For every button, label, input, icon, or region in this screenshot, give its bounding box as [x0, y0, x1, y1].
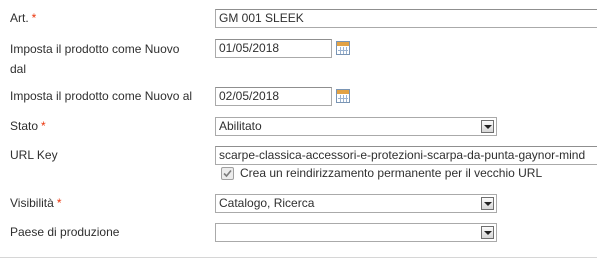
country-select[interactable] [215, 223, 497, 242]
chevron-down-icon [481, 226, 494, 239]
chevron-down-icon [481, 197, 494, 210]
chevron-down-icon [481, 120, 494, 133]
new-from-date-input[interactable]: 01/05/2018 [215, 39, 332, 58]
redirect-label: Crea un reindirizzamento permanente per … [240, 166, 543, 180]
redirect-checkbox[interactable] [221, 167, 234, 180]
visibility-select[interactable]: Catalogo, Ricerca [215, 194, 497, 213]
art-label-text: Art. [10, 11, 29, 25]
url-key-label: URL Key [10, 148, 58, 162]
status-selected-value: Abilitato [219, 119, 262, 133]
required-marker: * [31, 11, 37, 25]
required-marker: * [41, 119, 46, 133]
calendar-icon[interactable] [336, 89, 350, 103]
art-label: Art. * [10, 10, 36, 27]
new-from-label-line2: dal [10, 62, 27, 76]
country-label: Paese di produzione [10, 225, 120, 239]
visibility-label-text: Visibilità [10, 196, 54, 210]
url-key-input[interactable]: scarpe-classica-accessori-e-protezioni-s… [215, 146, 597, 165]
new-from-label: Imposta il prodotto come Nuovo dal [10, 41, 179, 78]
product-general-form: Art. * GM 001 SLEEK Imposta il prodotto c… [0, 0, 597, 269]
art-input[interactable]: GM 001 SLEEK [215, 9, 597, 28]
new-to-label: Imposta il prodotto come Nuovo al [10, 89, 193, 103]
visibility-selected-value: Catalogo, Ricerca [219, 196, 315, 210]
status-select[interactable]: Abilitato [215, 117, 497, 136]
visibility-label: Visibilità * [10, 195, 61, 212]
status-label: Stato * [10, 118, 46, 135]
new-to-date-input[interactable]: 02/05/2018 [215, 87, 332, 106]
status-label-text: Stato [10, 119, 39, 133]
divider [0, 257, 597, 258]
check-icon [223, 169, 232, 178]
calendar-icon[interactable] [336, 41, 350, 55]
required-marker: * [56, 196, 62, 210]
new-from-label-line1: Imposta il prodotto come Nuovo [10, 42, 180, 56]
